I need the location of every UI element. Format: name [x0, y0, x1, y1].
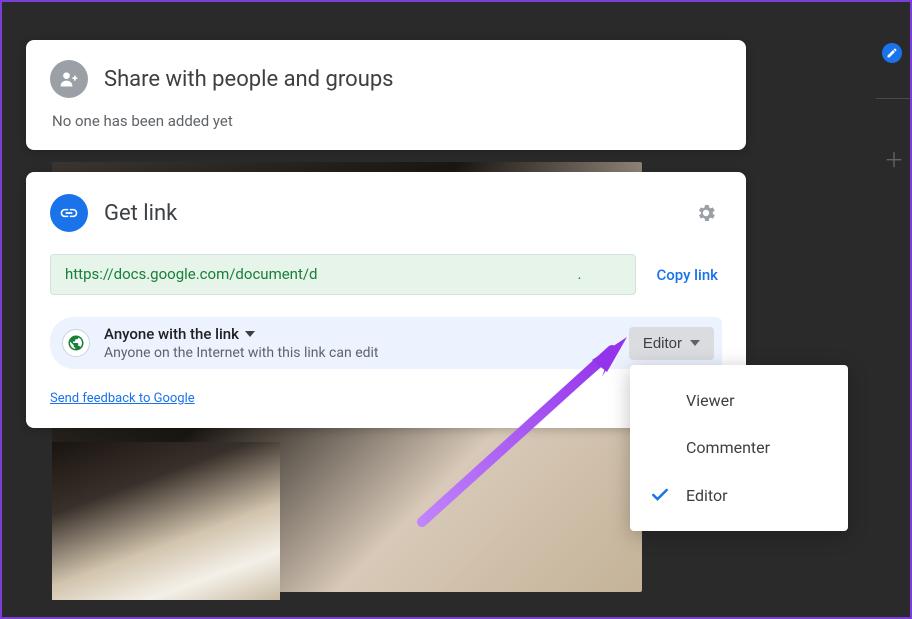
role-option-label: Editor	[686, 486, 727, 505]
role-option-label: Commenter	[686, 438, 770, 457]
link-icon	[50, 194, 88, 232]
person-add-icon	[50, 60, 88, 98]
check-icon	[650, 485, 686, 505]
share-title: Share with people and groups	[104, 67, 394, 92]
globe-icon	[62, 329, 90, 357]
role-option-commenter[interactable]: Commenter	[630, 424, 848, 471]
chevron-down-icon	[245, 331, 255, 337]
access-scope-label: Anyone with the link	[104, 325, 239, 343]
plus-icon[interactable]: ＋	[884, 144, 904, 173]
url-suffix: .	[578, 265, 582, 283]
background-photo-small	[52, 442, 280, 600]
role-option-editor[interactable]: Editor	[630, 471, 848, 519]
access-scope-dropdown[interactable]: Anyone with the link	[104, 325, 615, 343]
chevron-down-icon	[690, 340, 700, 346]
url-row: https://docs.google.com/document/d. Copy…	[50, 254, 722, 295]
role-dropdown-menu: Viewer Commenter Editor	[630, 365, 848, 531]
share-people-card: Share with people and groups No one has …	[26, 40, 746, 150]
gear-icon	[695, 202, 717, 224]
role-option-viewer[interactable]: Viewer	[630, 377, 848, 424]
url-prefix: https://docs.google.com/document/d	[65, 265, 318, 283]
share-status-text: No one has been added yet	[52, 112, 722, 130]
get-link-title: Get link	[104, 201, 674, 226]
role-selected-label: Editor	[643, 335, 682, 352]
link-header: Get link	[50, 194, 722, 232]
share-header: Share with people and groups	[50, 60, 722, 98]
role-option-label: Viewer	[686, 391, 735, 410]
edit-badge-icon[interactable]	[882, 43, 902, 63]
right-divider	[876, 98, 910, 99]
share-url-field[interactable]: https://docs.google.com/document/d.	[50, 254, 636, 295]
role-dropdown-button[interactable]: Editor	[629, 327, 714, 360]
url-redacted-section	[318, 266, 578, 284]
access-text: Anyone with the link Anyone on the Inter…	[104, 325, 615, 361]
access-row: Anyone with the link Anyone on the Inter…	[50, 317, 722, 369]
copy-link-button[interactable]: Copy link	[652, 260, 722, 290]
access-description: Anyone on the Internet with this link ca…	[104, 345, 615, 361]
feedback-link[interactable]: Send feedback to Google	[50, 391, 722, 406]
link-settings-button[interactable]	[690, 197, 722, 229]
